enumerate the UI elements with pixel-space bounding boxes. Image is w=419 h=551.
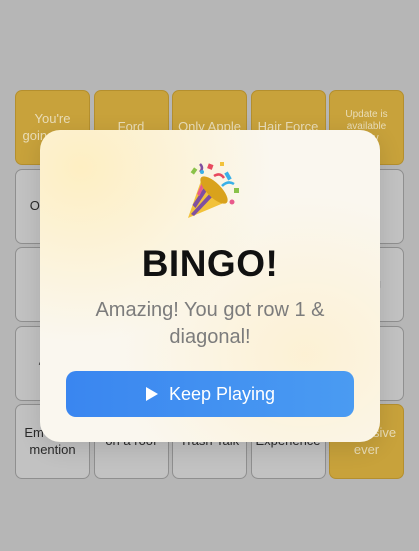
keep-playing-button[interactable]: Keep Playing xyxy=(66,371,354,417)
keep-playing-label: Keep Playing xyxy=(168,383,276,404)
modal-message: Amazing! You got row 1 & diagonal! xyxy=(95,299,325,348)
party-popper-icon xyxy=(188,162,239,218)
modal-title: BINGO! xyxy=(141,243,279,284)
bingo-modal: BINGO! Amazing! You got row 1 & diagonal… xyxy=(40,130,380,442)
play-icon xyxy=(145,387,158,401)
